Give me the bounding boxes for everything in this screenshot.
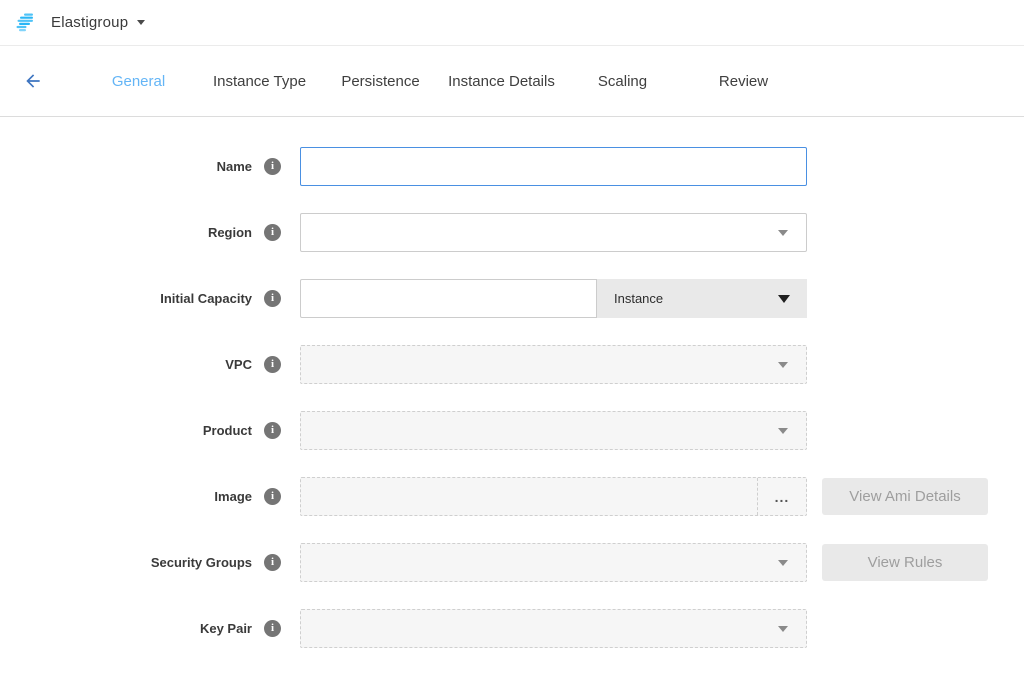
info-icon[interactable] [264, 620, 281, 637]
tab-persistence[interactable]: Persistence [320, 63, 441, 100]
security-groups-label: Security Groups [151, 555, 252, 570]
tab-general[interactable]: General [78, 63, 199, 100]
form-row-name: Name [0, 147, 1024, 186]
view-ami-details-button[interactable]: View Ami Details [822, 478, 988, 515]
brand-title: Elastigroup [51, 14, 128, 31]
view-rules-button[interactable]: View Rules [822, 544, 988, 581]
chevron-down-icon [778, 295, 790, 303]
chevron-down-icon [778, 626, 788, 632]
form-row-product: Product [0, 411, 1024, 450]
product-label: Product [203, 423, 252, 438]
chevron-down-icon [778, 362, 788, 368]
image-input: ... [300, 477, 807, 516]
info-icon[interactable] [264, 554, 281, 571]
chevron-down-icon [778, 560, 788, 566]
region-label: Region [208, 225, 252, 240]
form-row-vpc: VPC [0, 345, 1024, 384]
key-pair-select [300, 609, 807, 648]
back-button[interactable] [20, 68, 46, 94]
image-browse-button[interactable]: ... [757, 478, 806, 515]
info-icon[interactable] [264, 224, 281, 241]
info-icon[interactable] [264, 356, 281, 373]
initial-capacity-label: Initial Capacity [160, 291, 252, 306]
info-icon[interactable] [264, 290, 281, 307]
image-label: Image [214, 489, 252, 504]
info-icon[interactable] [264, 158, 281, 175]
capacity-unit-value: Instance [614, 291, 663, 306]
info-icon[interactable] [264, 488, 281, 505]
tab-scaling[interactable]: Scaling [562, 63, 683, 100]
tab-review[interactable]: Review [683, 63, 804, 100]
chevron-down-icon[interactable] [137, 20, 145, 25]
vpc-label: VPC [225, 357, 252, 372]
form-row-region: Region [0, 213, 1024, 252]
form-row-initial-capacity: Initial Capacity Instance [0, 279, 1024, 318]
name-input[interactable] [300, 147, 807, 186]
product-select [300, 411, 807, 450]
region-select[interactable] [300, 213, 807, 252]
form-row-image: Image ... View Ami Details [0, 477, 1024, 516]
form-row-key-pair: Key Pair [0, 609, 1024, 648]
security-groups-select [300, 543, 807, 582]
general-settings-form: Name Region Initial Capacity Ins [0, 117, 1024, 648]
elastigroup-logo-icon [16, 13, 40, 33]
form-row-security-groups: Security Groups View Rules [0, 543, 1024, 582]
tab-instance-details[interactable]: Instance Details [441, 63, 562, 100]
initial-capacity-input[interactable] [300, 279, 597, 318]
wizard-tab-bar: General Instance Type Persistence Instan… [0, 46, 1024, 117]
chevron-down-icon [778, 428, 788, 434]
capacity-unit-select[interactable]: Instance [597, 279, 807, 318]
chevron-down-icon [778, 230, 788, 236]
tab-instance-type[interactable]: Instance Type [199, 63, 320, 100]
key-pair-label: Key Pair [200, 621, 252, 636]
vpc-select [300, 345, 807, 384]
wizard-tabs: General Instance Type Persistence Instan… [78, 63, 804, 100]
name-label: Name [217, 159, 252, 174]
info-icon[interactable] [264, 422, 281, 439]
top-bar: Elastigroup [0, 0, 1024, 46]
arrow-left-icon [23, 71, 43, 91]
elastigroup-product-menu[interactable]: Elastigroup [16, 13, 145, 33]
